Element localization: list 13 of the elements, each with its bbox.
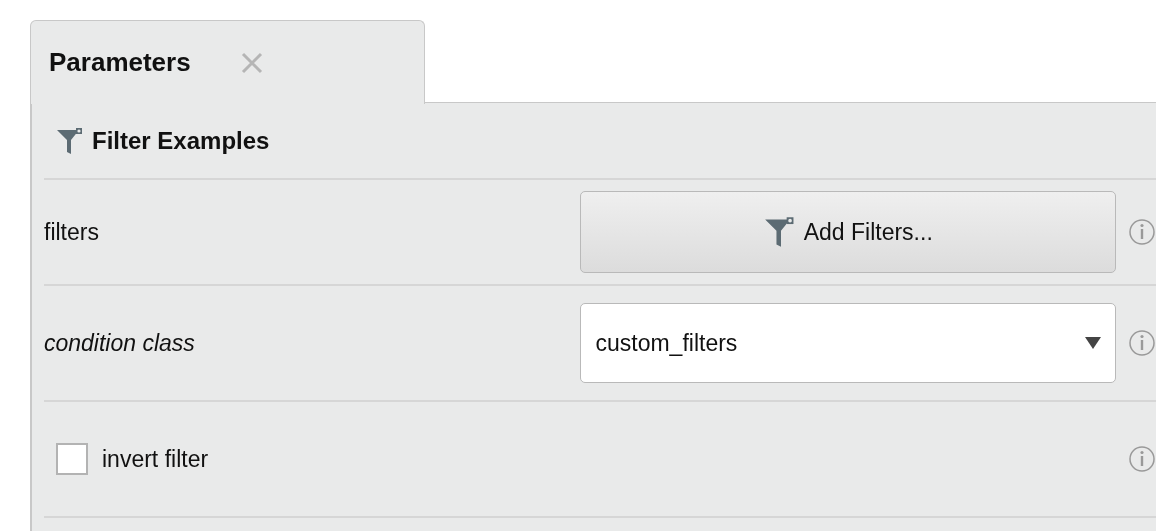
parameter-label: condition class <box>44 329 196 357</box>
parameter-label: invert filter <box>102 445 209 473</box>
caret-icon <box>1085 337 1101 349</box>
checkbox[interactable] <box>56 443 88 475</box>
parameters-tab[interactable]: Parameters <box>30 20 425 104</box>
info-icon[interactable] <box>1128 445 1156 473</box>
operator-title: Filter Examples <box>92 126 270 155</box>
condition-class-dropdown[interactable]: custom_filters <box>580 303 1116 383</box>
close-icon[interactable] <box>240 51 263 74</box>
parameter-label: filters <box>44 218 100 246</box>
info-icon[interactable] <box>1128 329 1156 357</box>
info-icon[interactable] <box>1128 218 1156 246</box>
add-filters-button[interactable]: Add Filters... <box>580 191 1116 273</box>
